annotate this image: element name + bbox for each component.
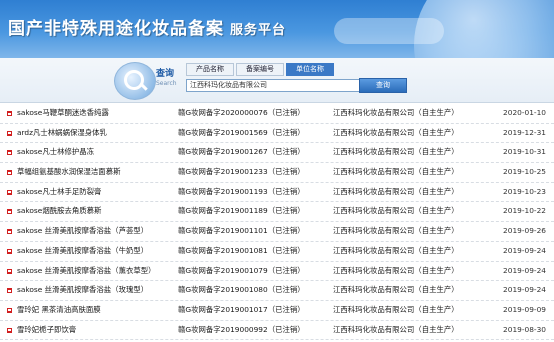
product-name[interactable]: 草幅组氨基酸水润保湿洁面慕斯 — [17, 163, 120, 182]
tab-registration-number[interactable]: 备案编号 — [236, 63, 284, 76]
list-item[interactable]: sakose 丝滑美肌按摩香浴盐（芦荟型） 赣G妆网备字2019001101（已注… — [0, 222, 554, 242]
registration-number: 赣G妆网备字2019001233（已注销） — [178, 167, 305, 177]
company-name: 江西科玛化妆品有限公司（自主生产） — [333, 265, 459, 275]
company-name: 江西科玛化妆品有限公司（自主生产） — [333, 226, 459, 236]
registration-number: 赣G妆网备字2019001193（已注销） — [178, 186, 305, 196]
search-magnifier-icon — [114, 62, 156, 100]
bullet-icon — [7, 209, 12, 215]
product-name[interactable]: sakose 丝滑美肌按摩香浴盐（芦荟型） — [17, 222, 148, 241]
record-date: 2019-10-25 — [503, 167, 546, 177]
product-name[interactable]: sakose 丝滑美肌按摩香浴盐（薰衣草型） — [17, 262, 156, 281]
header-banner: 国产非特殊用途化妆品备案 服务平台 — [0, 0, 554, 58]
registration-number: 赣G妆网备字2019001017（已注销） — [178, 304, 305, 314]
product-name[interactable]: ardz凡士林蜗蜗保湿身体乳 — [17, 124, 107, 143]
registration-number: 赣G妆网备字2020000076（已注销） — [178, 108, 305, 117]
bullet-icon — [7, 288, 12, 294]
product-name[interactable]: sakose 丝滑美肌按摩香浴盐（玫瑰型） — [17, 281, 148, 300]
registration-number: 赣G妆网备字2019001079（已注销） — [178, 265, 305, 275]
list-item[interactable]: sakose凡士林修护晶冻 赣G妆网备字2019001267（已注销） 江西科玛化妆… — [0, 143, 554, 164]
search-label-cn: 查询 — [156, 69, 175, 79]
list-item[interactable]: 雪玲妃 黑茶清油高肤面膜 赣G妆网备字2019001017（已注销） 江西科玛化妆品… — [0, 301, 554, 321]
record-date: 2019-10-22 — [503, 206, 546, 216]
registration-number: 赣G妆网备字2019001081（已注销） — [178, 245, 305, 255]
record-date: 2019-09-24 — [503, 265, 546, 275]
search-label: 查询 Search — [156, 66, 177, 87]
bullet-icon — [7, 130, 12, 136]
bullet-icon — [7, 170, 12, 176]
query-button[interactable]: 查询 — [359, 78, 407, 93]
registration-number: 赣G妆网备字2019001189（已注销） — [178, 206, 305, 216]
site-title-main: 国产非特殊用途化妆品备案 — [8, 19, 224, 39]
tab-product-name[interactable]: 产品名称 — [186, 63, 234, 76]
results-list: sakose马鞭草酮迷迭香纯露 赣G妆网备字2020000076（已注销） 江西科玛… — [0, 104, 554, 341]
search-tabs: 产品名称 备案编号 单位名称 — [186, 63, 336, 76]
company-name: 江西科玛化妆品有限公司（自主生产） — [333, 108, 459, 117]
record-date: 2019-08-30 — [503, 324, 546, 334]
cloud-graphic — [334, 18, 444, 44]
record-date: 2019-10-23 — [503, 186, 546, 196]
list-item[interactable]: sakose 丝滑美肌按摩香浴盐（薰衣草型） 赣G妆网备字2019001079（已… — [0, 262, 554, 282]
record-date: 2019-10-31 — [503, 147, 546, 157]
company-name: 江西科玛化妆品有限公司（自主生产） — [333, 186, 459, 196]
product-name[interactable]: 雪玲妃 黑茶清油高肤面膜 — [17, 301, 101, 320]
company-name: 江西科玛化妆品有限公司（自主生产） — [333, 304, 459, 314]
company-name: 江西科玛化妆品有限公司（自主生产） — [333, 167, 459, 177]
product-name[interactable]: 雪玲妃栀子即饮膏 — [17, 321, 76, 340]
list-item[interactable]: sakose凡士林手足防裂膏 赣G妆网备字2019001193（已注销） 江西科玛化… — [0, 183, 554, 203]
tab-company-name[interactable]: 单位名称 — [286, 63, 334, 76]
product-name[interactable]: sakose烟酰胺去角质慕斯 — [17, 202, 101, 221]
record-date: 2019-09-24 — [503, 285, 546, 295]
search-label-en: Search — [156, 80, 177, 87]
bullet-icon — [7, 150, 12, 156]
product-name[interactable]: sakose 丝滑美肌按摩香浴盐（牛奶型） — [17, 242, 148, 261]
list-item[interactable]: sakose马鞭草酮迷迭香纯露 赣G妆网备字2020000076（已注销） 江西科玛… — [0, 104, 554, 124]
company-name: 江西科玛化妆品有限公司（自主生产） — [333, 147, 459, 157]
product-name[interactable]: sakose马鞭草酮迷迭香纯露 — [17, 104, 109, 123]
list-item[interactable]: 草幅组氨基酸水润保湿洁面慕斯 赣G妆网备字2019001233（已注销） 江西科玛化… — [0, 163, 554, 183]
search-panel: 查询 Search 产品名称 备案编号 单位名称 查询 — [0, 58, 554, 103]
record-date: 2019-09-09 — [503, 304, 546, 314]
company-name: 江西科玛化妆品有限公司（自主生产） — [333, 324, 459, 334]
list-item[interactable]: sakose 丝滑美肌按摩香浴盐（牛奶型） 赣G妆网备字2019001081（已注… — [0, 242, 554, 262]
company-name: 江西科玛化妆品有限公司（自主生产） — [333, 245, 459, 255]
bullet-icon — [7, 189, 12, 195]
list-item[interactable]: 雪玲妃栀子即饮膏 赣G妆网备字2019000992（已注销） 江西科玛化妆品有限公司… — [0, 321, 554, 341]
bullet-icon — [7, 111, 12, 116]
search-input[interactable] — [186, 79, 362, 92]
site-title: 国产非特殊用途化妆品备案 服务平台 — [8, 14, 286, 39]
bullet-icon — [7, 327, 12, 333]
registration-number: 赣G妆网备字2019001267（已注销） — [178, 147, 305, 157]
registration-number: 赣G妆网备字2019001569（已注销） — [178, 127, 305, 137]
record-date: 2020-01-10 — [503, 108, 546, 117]
record-date: 2019-09-24 — [503, 245, 546, 255]
product-name[interactable]: sakose凡士林修护晶冻 — [17, 143, 94, 162]
company-name: 江西科玛化妆品有限公司（自主生产） — [333, 285, 459, 295]
company-name: 江西科玛化妆品有限公司（自主生产） — [333, 127, 459, 137]
registration-number: 赣G妆网备字2019000992（已注销） — [178, 324, 305, 334]
list-item[interactable]: ardz凡士林蜗蜗保湿身体乳 赣G妆网备字2019001569（已注销） 江西科玛化… — [0, 124, 554, 144]
bullet-icon — [7, 268, 12, 274]
bullet-icon — [7, 229, 12, 235]
list-item[interactable]: sakose烟酰胺去角质慕斯 赣G妆网备字2019001189（已注销） 江西科玛化… — [0, 202, 554, 223]
registration-number: 赣G妆网备字2019001101（已注销） — [178, 226, 305, 236]
site-title-sub: 服务平台 — [230, 23, 287, 38]
bullet-icon — [7, 307, 12, 313]
bullet-icon — [7, 248, 12, 254]
product-name[interactable]: sakose凡士林手足防裂膏 — [17, 183, 101, 202]
company-name: 江西科玛化妆品有限公司（自主生产） — [333, 206, 459, 216]
record-date: 2019-12-31 — [503, 127, 546, 137]
list-item[interactable]: sakose 丝滑美肌按摩香浴盐（玫瑰型） 赣G妆网备字2019001080（已注… — [0, 281, 554, 301]
record-date: 2019-09-26 — [503, 226, 546, 236]
registration-number: 赣G妆网备字2019001080（已注销） — [178, 285, 305, 295]
